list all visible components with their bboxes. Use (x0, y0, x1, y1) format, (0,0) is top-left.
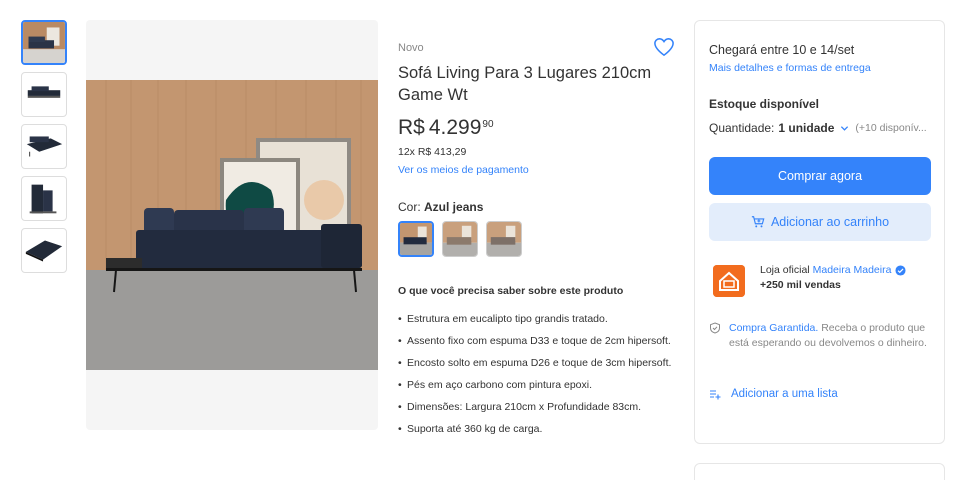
guarantee-link[interactable]: Compra Garantida. (729, 322, 818, 334)
seller-info: Loja oficial Madeira Madeira (760, 264, 906, 276)
thumbnail-sofa-image (26, 136, 63, 157)
sofa-photo (86, 80, 378, 370)
condition-label: Novo (398, 42, 424, 54)
add-to-cart-label: Adicionar ao carrinho (770, 215, 890, 229)
guarantee-text-block: Compra Garantida. Receba o produto que e… (709, 321, 934, 351)
product-price: R$ 4.299 90 (398, 116, 494, 140)
feature-item: Encosto solto em espuma D26 e toque de 3… (398, 356, 673, 371)
verified-badge-icon (895, 264, 906, 276)
feature-item: Suporta até 360 kg de carga. (398, 422, 673, 437)
seller-logo[interactable] (713, 265, 745, 297)
thumbnail-5[interactable] (21, 228, 67, 273)
buy-now-button[interactable]: Comprar agora (709, 157, 931, 195)
thumbnail-4[interactable] (21, 176, 67, 221)
price-cents: 90 (482, 119, 494, 130)
quantity-available: (+10 disponív... (855, 122, 927, 134)
seller-sales: +250 mil vendas (760, 279, 841, 291)
heart-icon[interactable] (653, 37, 675, 57)
thumbnail-3[interactable] (21, 124, 67, 169)
features-title: O que você precisa saber sobre este prod… (398, 285, 624, 297)
color-swatch-3[interactable] (486, 221, 522, 257)
shipping-estimate: Chegará entre 10 e 14/set (709, 43, 855, 57)
feature-item: Estrutura em eucalipto tipo grandis trat… (398, 312, 673, 327)
seller-logo-image (713, 265, 745, 297)
main-product-image[interactable] (86, 20, 378, 430)
price-currency: R$ (398, 116, 425, 139)
chevron-down-icon (841, 125, 849, 131)
add-to-cart-button[interactable]: Adicionar ao carrinho (709, 203, 931, 241)
buy-box: Chegará entre 10 e 14/set Mais detalhes … (694, 20, 945, 444)
shipping-details-link[interactable]: Mais detalhes e formas de entrega (709, 62, 871, 74)
shield-check-icon (710, 322, 720, 334)
feature-item: Dimensões: Largura 210cm x Profundidade … (398, 400, 673, 415)
secondary-card (694, 463, 945, 480)
thumbnail-sofa-image (29, 184, 57, 214)
swatch-sofa-image (487, 222, 521, 256)
color-value: Azul jeans (424, 200, 484, 214)
seller-prefix: Loja oficial (760, 264, 810, 276)
seller-name-link[interactable]: Madeira Madeira (813, 264, 892, 276)
quantity-selector[interactable]: Quantidade: 1 unidade (+10 disponív... (709, 121, 927, 135)
thumbnail-1[interactable] (21, 20, 67, 65)
quantity-label: Quantidade: (709, 121, 775, 135)
color-label: Cor: Azul jeans (398, 200, 483, 214)
features-list: Estrutura em eucalipto tipo grandis trat… (398, 312, 673, 444)
color-prefix: Cor: (398, 200, 421, 214)
purchase-guarantee: Compra Garantida. Receba o produto que e… (709, 321, 934, 351)
color-swatch-2[interactable] (442, 221, 478, 257)
color-swatch-azul-jeans[interactable] (398, 221, 434, 257)
thumbnail-sofa-image (23, 22, 65, 63)
feature-item: Assento fixo com espuma D33 e toque de 2… (398, 334, 673, 349)
add-to-list-link[interactable]: Adicionar a uma lista (709, 388, 838, 400)
list-add-icon (710, 390, 721, 400)
quantity-value: 1 unidade (778, 121, 835, 135)
thumbnail-sofa-image (25, 240, 63, 262)
color-swatches (398, 221, 522, 257)
swatch-sofa-image (400, 223, 432, 255)
thumbnail-sofa-image (27, 86, 61, 98)
product-title: Sofá Living Para 3 Lugares 210cm Game Wt (398, 64, 652, 104)
feature-item: Pés em aço carbono com pintura epoxi. (398, 378, 673, 393)
swatch-sofa-image (443, 222, 477, 256)
add-to-list-label: Adicionar a uma lista (731, 388, 838, 400)
thumbnail-gallery (21, 20, 67, 280)
stock-status: Estoque disponível (709, 97, 820, 111)
cart-add-icon (751, 216, 765, 228)
installments-text: 12x R$ 413,29 (398, 146, 467, 158)
thumbnail-2[interactable] (21, 72, 67, 117)
payment-methods-link[interactable]: Ver os meios de pagamento (398, 164, 529, 176)
price-integer: 4.299 (428, 116, 482, 139)
